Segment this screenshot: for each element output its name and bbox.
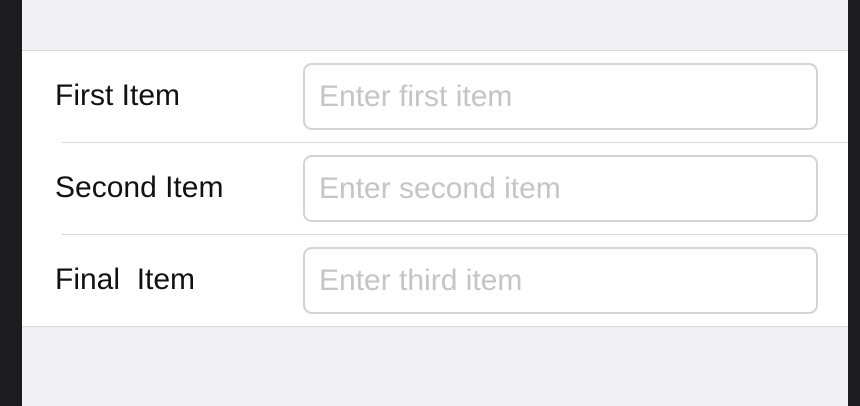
final-item-label: Final Item bbox=[55, 263, 196, 296]
form-row-second-item: Second Item bbox=[22, 143, 848, 235]
first-item-label: First Item bbox=[55, 79, 180, 112]
final-item-input[interactable] bbox=[303, 247, 818, 314]
second-item-input[interactable] bbox=[303, 155, 818, 222]
first-item-input[interactable] bbox=[303, 63, 818, 130]
form-row-first-item: First Item bbox=[22, 51, 848, 143]
form-group: First Item Second Item Final Item bbox=[22, 50, 848, 327]
form-row-final-item: Final Item bbox=[22, 235, 848, 327]
second-item-label: Second Item bbox=[55, 171, 224, 204]
screen: First Item Second Item Final Item bbox=[22, 0, 848, 406]
